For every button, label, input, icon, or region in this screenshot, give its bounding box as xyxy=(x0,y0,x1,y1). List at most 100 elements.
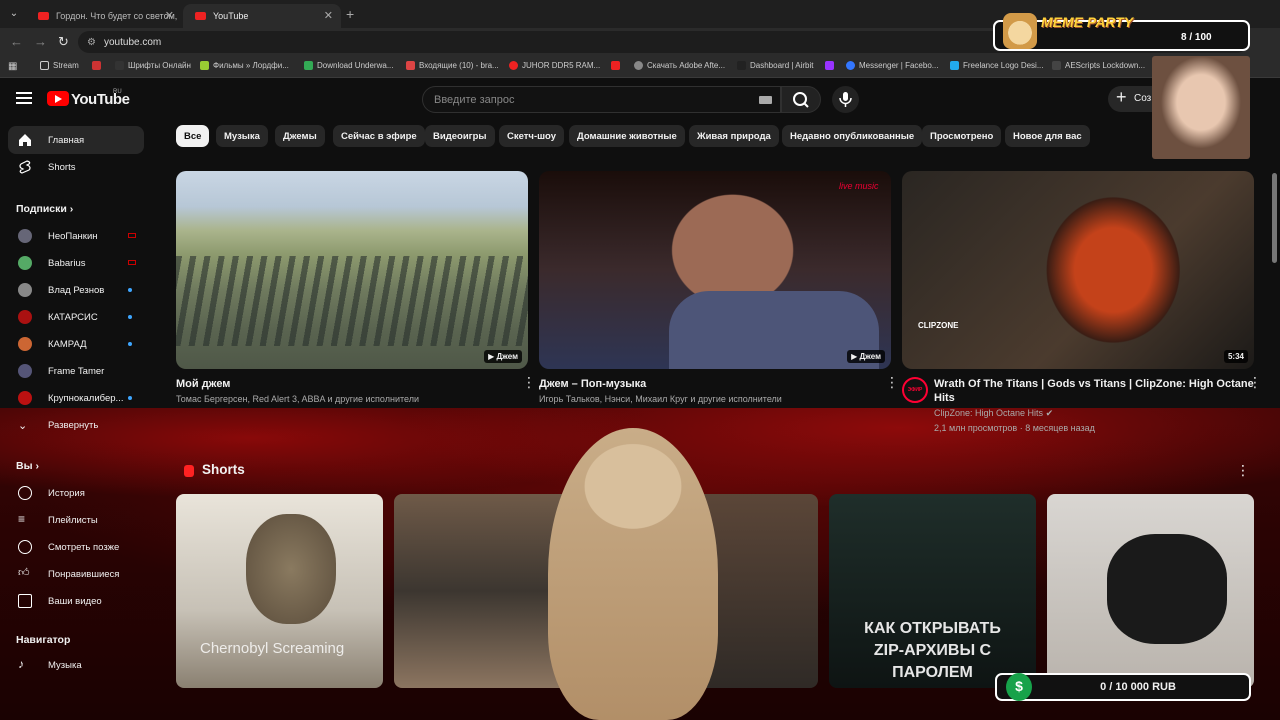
bookmark-adobe[interactable]: Скачать Adobe Afte... xyxy=(634,61,725,70)
sidebar-sub-vlad[interactable]: Влад Резнов xyxy=(8,276,144,304)
sidebar-item-liked[interactable]: 👍︎ Понравившиеся xyxy=(8,560,144,588)
sidebar-item-history[interactable]: История xyxy=(8,479,144,507)
tab-gordon[interactable]: Гордон. Что будет со светом, ✕ xyxy=(26,4,182,28)
bookmark-messenger[interactable]: Messenger | Facebo... xyxy=(846,61,938,70)
more-options-icon[interactable]: ⋮ xyxy=(885,375,899,391)
chip-pets[interactable]: Домашние животные xyxy=(569,125,685,147)
youtube-logo-icon[interactable] xyxy=(47,91,69,106)
search-button[interactable] xyxy=(781,86,821,113)
playlist-icon: ≡ xyxy=(18,512,26,526)
chip-jams[interactable]: Джемы xyxy=(275,125,325,147)
streamer-head-overlay xyxy=(548,428,718,720)
url-text: youtube.com xyxy=(104,37,162,48)
meme-party-label: MEME PARTY xyxy=(1041,14,1134,30)
sidebar-expand[interactable]: ⌄ Развернуть xyxy=(8,411,144,439)
forward-icon[interactable]: → xyxy=(34,34,47,49)
tab-youtube[interactable]: YouTube ✕ xyxy=(183,4,341,28)
sidebar-item-your-videos[interactable]: Ваши видео xyxy=(8,587,144,615)
bookmark-airbit[interactable]: Dashboard | Airbit xyxy=(737,61,813,70)
avatar xyxy=(18,364,32,378)
explore-header: Навигатор xyxy=(16,634,71,646)
channel-avatar[interactable]: ЭФИР xyxy=(902,377,928,403)
back-icon[interactable]: ← xyxy=(10,34,23,49)
bookmark-aescripts[interactable]: AEScripts Lockdown... xyxy=(1052,61,1145,70)
keyboard-icon[interactable] xyxy=(759,96,772,104)
chip-recent[interactable]: Недавно опубликованные xyxy=(782,125,923,147)
bookmark-freelance[interactable]: Freelance Logo Desi... xyxy=(950,61,1044,70)
sidebar: Главная Shorts Подписки › НеоПанкин Baba… xyxy=(0,122,160,720)
tab-search-icon[interactable]: ⌄ xyxy=(6,6,22,22)
sidebar-sub-frametamer[interactable]: Frame Tamer xyxy=(8,357,144,385)
short-caption: Chernobyl Screaming xyxy=(200,640,345,657)
video-title[interactable]: Мой джем xyxy=(176,377,230,391)
sidebar-item-shorts[interactable]: Shorts xyxy=(8,153,144,181)
duration-badge: 5:34 xyxy=(1223,350,1248,363)
sidebar-sub-katarsis[interactable]: КАТАРСИС xyxy=(8,303,144,331)
short-card[interactable] xyxy=(1047,494,1254,688)
sidebar-item-watch-later[interactable]: Смотреть позже xyxy=(8,533,144,561)
chip-new[interactable]: Новое для вас xyxy=(1005,125,1090,147)
chevron-right-icon: › xyxy=(69,203,74,215)
chip-games[interactable]: Видеоигры xyxy=(425,125,495,147)
sidebar-sub-krupnokaliber[interactable]: Крупнокалибер... xyxy=(8,384,144,412)
chip-wildlife[interactable]: Живая природа xyxy=(689,125,779,147)
bookmark-fonts[interactable]: Шрифты Онлайн xyxy=(115,61,191,70)
short-card[interactable]: Chernobyl Screaming xyxy=(176,494,383,688)
menu-icon[interactable] xyxy=(16,92,32,104)
create-label: Соз xyxy=(1134,93,1152,104)
new-content-dot xyxy=(128,288,132,292)
more-options-icon[interactable]: ⋮ xyxy=(1236,462,1250,479)
channel-name[interactable]: ClipZone: High Octane Hits ✔ xyxy=(934,408,1053,419)
sidebar-item-music[interactable]: ♪ Музыка xyxy=(8,651,144,679)
sidebar-sub-babarius[interactable]: Babarius xyxy=(8,249,144,277)
more-options-icon[interactable]: ⋮ xyxy=(1248,375,1262,391)
search-placeholder: Введите запрос xyxy=(434,94,515,106)
money-bag-icon: $ xyxy=(1006,673,1032,701)
chip-all[interactable]: Все xyxy=(176,125,210,147)
close-icon[interactable]: ✕ xyxy=(165,9,174,22)
tab-label: Гордон. Что будет со светом, xyxy=(56,11,178,21)
bookmark-juhor[interactable]: JUHOR DDR5 RAM... xyxy=(509,61,600,70)
chip-watched[interactable]: Просмотрено xyxy=(922,125,1002,147)
video-thumbnail[interactable]: live music ▶ Джем xyxy=(539,171,891,369)
sidebar-sub-kamrad[interactable]: КАМРАД xyxy=(8,330,144,358)
sidebar-sub-neopankin[interactable]: НеоПанкин xyxy=(8,222,144,250)
video-title[interactable]: Wrath Of The Titans | Gods vs Titans | C… xyxy=(934,377,1254,405)
you-header[interactable]: Вы › xyxy=(16,460,39,472)
chip-live[interactable]: Сейчас в эфире xyxy=(333,125,425,147)
close-icon[interactable]: ✕ xyxy=(324,9,333,22)
sidebar-item-label: Shorts xyxy=(48,162,76,173)
bookmark-stream[interactable]: Stream xyxy=(40,61,79,70)
apps-icon[interactable]: ▦ xyxy=(8,61,17,72)
scrollbar[interactable] xyxy=(1272,173,1277,263)
cat-image xyxy=(246,514,336,624)
bookmark-films[interactable]: Фильмы » Лордфи... xyxy=(200,61,289,70)
video-badge: ▶ Джем xyxy=(847,350,885,363)
bookmarks-bar: ▦ Stream Шрифты Онлайн Фильмы » Лордфи..… xyxy=(0,56,1280,78)
video-meta: Игорь Тальков, Нэнси, Михаил Круг и друг… xyxy=(539,394,782,404)
video-thumbnail[interactable]: ▶ Джем xyxy=(176,171,528,369)
sidebar-item-playlists[interactable]: ≡ Плейлисты xyxy=(8,506,144,534)
reload-icon[interactable]: ↻ xyxy=(58,34,69,50)
new-tab-button[interactable]: + xyxy=(346,6,354,22)
bookmark-download[interactable]: Download Underwa... xyxy=(304,61,393,70)
site-info-icon[interactable]: ⚙ xyxy=(87,37,96,48)
more-options-icon[interactable]: ⋮ xyxy=(522,375,536,391)
tab-label: YouTube xyxy=(213,11,249,21)
bookmark-gmail[interactable]: Входящие (10) - bra... xyxy=(406,61,499,70)
short-card[interactable]: КАК ОТКРЫВАТЬ ZIP-АРХИВЫ С ПАРОЛЕМ xyxy=(829,494,1036,688)
subscriptions-header[interactable]: Подписки › xyxy=(16,203,73,215)
history-icon xyxy=(18,486,32,500)
chip-sketch[interactable]: Скетч-шоу xyxy=(499,125,564,147)
mic-button[interactable] xyxy=(832,86,859,113)
video-thumbnail[interactable]: CLIPZONE 5:34 xyxy=(902,171,1254,369)
sidebar-item-home[interactable]: Главная xyxy=(8,126,144,154)
clock-icon xyxy=(18,540,32,554)
youtube-favicon-icon xyxy=(38,12,49,20)
chip-music[interactable]: Музыка xyxy=(216,125,268,147)
new-content-dot xyxy=(128,342,132,346)
video-title[interactable]: Джем – Поп-музыка xyxy=(539,377,646,391)
search-input[interactable]: Введите запрос xyxy=(422,86,781,113)
avatar xyxy=(18,256,32,270)
search-icon xyxy=(793,92,809,108)
